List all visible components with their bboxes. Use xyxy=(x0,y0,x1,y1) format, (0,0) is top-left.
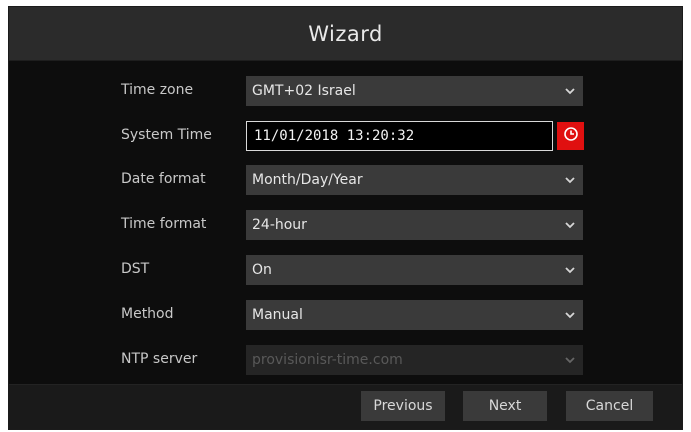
clock-icon xyxy=(563,126,579,146)
system-time-label: System Time xyxy=(121,127,212,143)
time-zone-select[interactable]: GMT+02 Israel xyxy=(246,76,583,106)
button-bar: Previous Next Cancel xyxy=(9,384,682,429)
wizard-dialog: Wizard Time zone GMT+02 Israel System Ti… xyxy=(8,6,683,430)
clock-button[interactable] xyxy=(557,122,584,150)
row-system-time: System Time xyxy=(9,121,682,151)
chevron-down-icon xyxy=(565,310,575,320)
time-format-select[interactable]: 24-hour xyxy=(246,210,583,240)
date-format-select[interactable]: Month/Day/Year xyxy=(246,165,583,195)
system-time-input[interactable] xyxy=(246,121,553,151)
dialog-title: Wizard xyxy=(308,21,383,46)
next-button[interactable]: Next xyxy=(463,391,547,421)
method-select[interactable]: Manual xyxy=(246,300,583,330)
dst-select[interactable]: On xyxy=(246,255,583,285)
row-time-zone: Time zone GMT+02 Israel xyxy=(9,76,682,106)
title-bar: Wizard xyxy=(9,7,682,61)
row-date-format: Date format Month/Day/Year xyxy=(9,165,682,195)
date-format-label: Date format xyxy=(121,171,206,187)
ntp-server-label: NTP server xyxy=(121,351,198,367)
chevron-down-icon xyxy=(565,86,575,96)
ntp-server-select: provisionisr-time.com xyxy=(246,345,583,375)
method-label: Method xyxy=(121,306,174,322)
row-method: Method Manual xyxy=(9,300,682,330)
time-zone-label: Time zone xyxy=(121,82,194,98)
date-format-value: Month/Day/Year xyxy=(252,172,363,188)
chevron-down-icon xyxy=(565,355,575,365)
cancel-button[interactable]: Cancel xyxy=(566,391,653,421)
ntp-server-value: provisionisr-time.com xyxy=(252,352,403,368)
time-zone-value: GMT+02 Israel xyxy=(252,83,356,99)
chevron-down-icon xyxy=(565,220,575,230)
time-format-value: 24-hour xyxy=(252,217,307,233)
time-format-label: Time format xyxy=(121,216,207,232)
previous-button[interactable]: Previous xyxy=(361,391,445,421)
chevron-down-icon xyxy=(565,265,575,275)
row-dst: DST On xyxy=(9,255,682,285)
row-ntp-server: NTP server provisionisr-time.com xyxy=(9,345,682,375)
method-value: Manual xyxy=(252,307,303,323)
row-time-format: Time format 24-hour xyxy=(9,210,682,240)
chevron-down-icon xyxy=(565,175,575,185)
dst-value: On xyxy=(252,262,272,278)
dst-label: DST xyxy=(121,261,150,277)
